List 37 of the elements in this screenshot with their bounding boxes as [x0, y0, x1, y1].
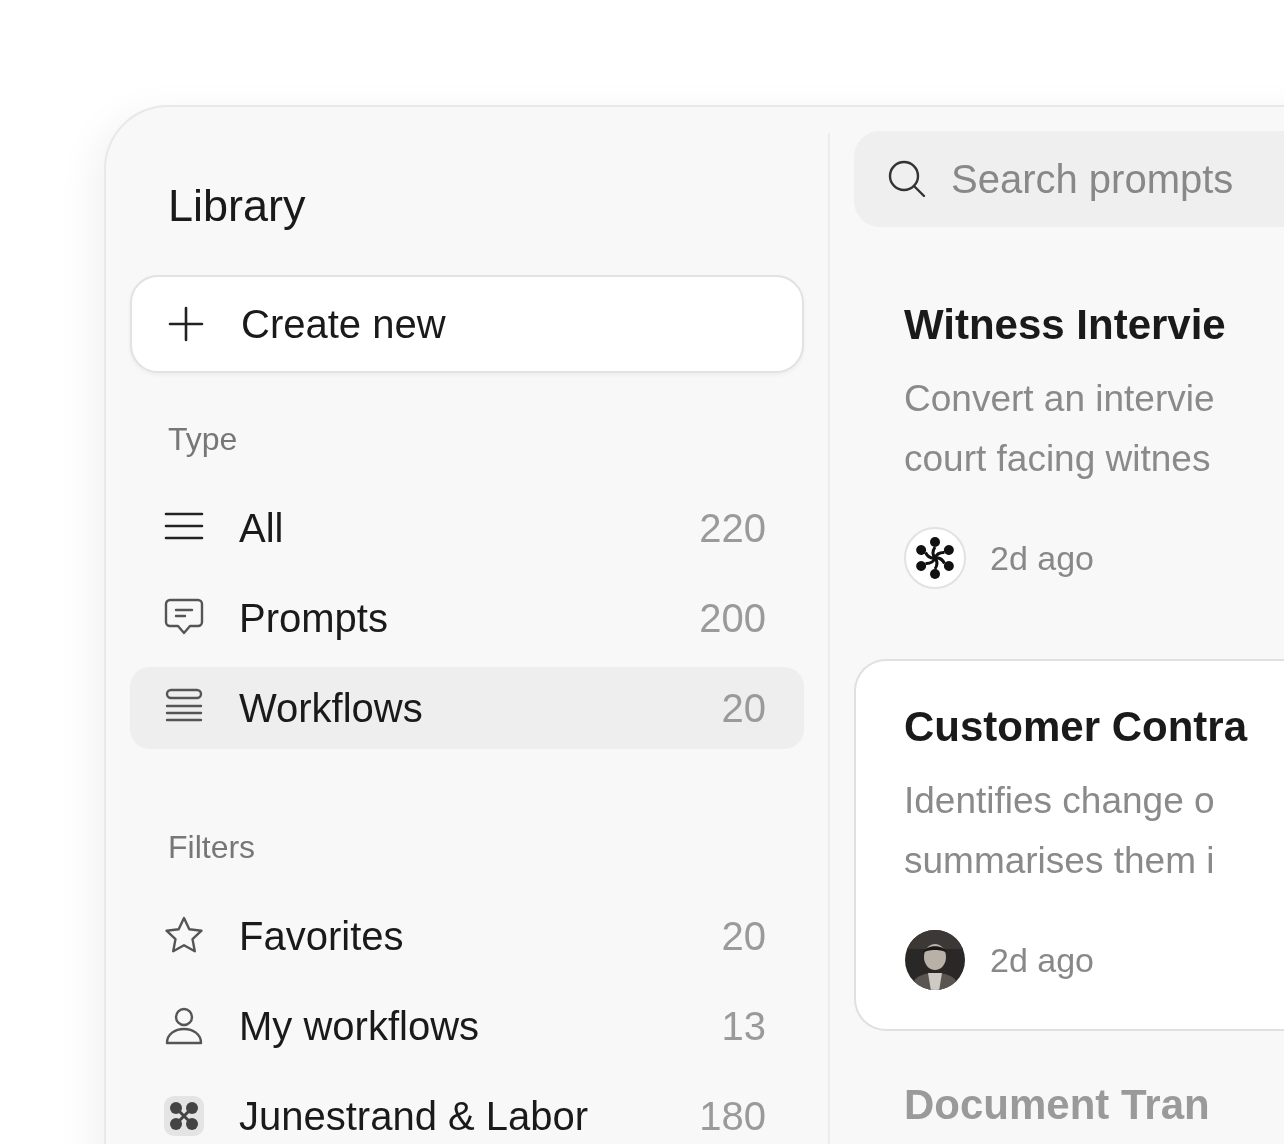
item-count: 220 — [699, 505, 766, 551]
time-ago: 2d ago — [990, 538, 1094, 578]
item-count: 20 — [721, 913, 766, 959]
item-label: Workflows — [239, 685, 424, 731]
card-description: summarises them i — [904, 839, 1215, 883]
search-field[interactable]: Search prompts — [854, 131, 1284, 227]
item-label: All — [239, 505, 285, 551]
flower-logo-icon — [904, 527, 966, 589]
person-icon — [164, 1006, 204, 1046]
create-new-button[interactable]: Create new — [130, 275, 804, 373]
card-title: Customer Contra — [904, 702, 1249, 752]
section-label: Filters — [168, 828, 256, 867]
sidebar-title: Library — [168, 179, 306, 233]
item-count: 200 — [699, 595, 766, 641]
item-count: 13 — [721, 1003, 766, 1049]
plus-icon — [168, 306, 204, 342]
sidebar-item[interactable]: Junestrand & Labor 180 — [130, 1075, 804, 1144]
item-count: 20 — [721, 685, 766, 731]
prompt-card[interactable]: Witness Intervie Convert an intervie court facing witnes 2d ago — [854, 257, 1284, 629]
card-title: Witness Intervie — [904, 300, 1227, 350]
card-description: Identifies change o — [904, 779, 1215, 823]
item-label: Junestrand & Labor — [239, 1093, 590, 1139]
item-label: Prompts — [239, 595, 389, 641]
item-label: My workflows — [239, 1003, 481, 1049]
sidebar-item[interactable]: All 220 — [130, 487, 804, 569]
sidebar-item[interactable]: Favorites 20 — [130, 895, 804, 977]
sidebar-item[interactable]: Workflows 20 — [130, 667, 804, 749]
prompt-card[interactable]: Customer Contra Identifies change o summarises them i 2d ago — [854, 659, 1284, 1031]
section-label: Type — [168, 420, 238, 459]
card-description: court facing witnes — [904, 437, 1211, 481]
item-count: 180 — [699, 1093, 766, 1139]
sidebar-item[interactable]: My workflows 13 — [130, 985, 804, 1067]
time-ago: 2d ago — [990, 940, 1094, 980]
card-title: Document Tran — [904, 1081, 1210, 1129]
card-description: Convert an intervie — [904, 377, 1215, 421]
item-label: Favorites — [239, 913, 405, 959]
sidebar-item[interactable]: Prompts 200 — [130, 577, 804, 659]
